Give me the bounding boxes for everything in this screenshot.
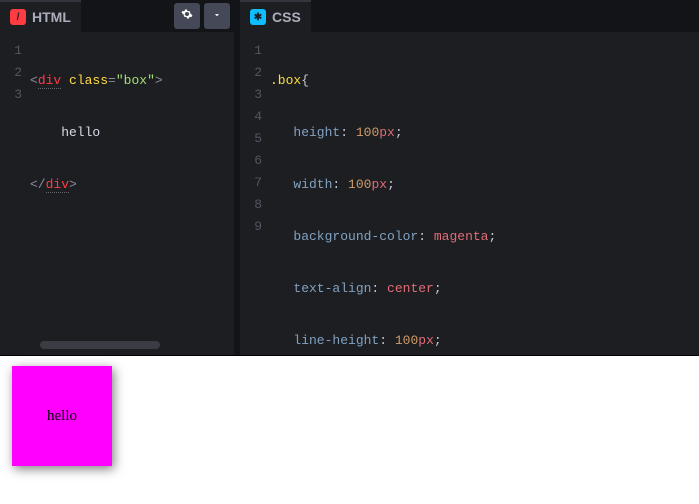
tab-html[interactable]: / HTML (0, 0, 81, 32)
html-icon: / (10, 9, 26, 25)
css-panel-header: ✱ CSS (240, 0, 699, 32)
dropdown-button[interactable] (204, 3, 230, 29)
css-editor[interactable]: 1 2 3 4 5 6 7 8 9 .box{ height: 100px; w… (240, 32, 699, 355)
html-scrollbar[interactable] (40, 341, 194, 351)
html-panel-header: / HTML (0, 0, 234, 32)
tab-html-label: HTML (32, 9, 71, 25)
settings-button[interactable] (174, 3, 200, 29)
preview-pane: hello (0, 355, 699, 504)
chevron-down-icon (212, 9, 222, 24)
css-gutter: 1 2 3 4 5 6 7 8 9 (240, 40, 270, 355)
gear-icon (181, 8, 193, 24)
tab-css[interactable]: ✱ CSS (240, 0, 311, 32)
html-gutter: 1 2 3 (0, 40, 30, 341)
html-code[interactable]: <div class="box"> hello </div> (30, 40, 234, 341)
html-panel: / HTML 1 2 3 <div class="box" (0, 0, 234, 355)
html-editor[interactable]: 1 2 3 <div class="box"> hello </div> (0, 32, 234, 341)
scrollbar-thumb[interactable] (40, 341, 160, 349)
preview-box: hello (12, 366, 112, 466)
tab-css-label: CSS (272, 9, 301, 25)
css-icon: ✱ (250, 9, 266, 25)
css-panel: ✱ CSS 1 2 3 4 5 6 7 8 9 .box{ height: 10… (240, 0, 699, 355)
css-code[interactable]: .box{ height: 100px; width: 100px; backg… (270, 40, 699, 355)
editor-panels: / HTML 1 2 3 <div class="box" (0, 0, 699, 355)
